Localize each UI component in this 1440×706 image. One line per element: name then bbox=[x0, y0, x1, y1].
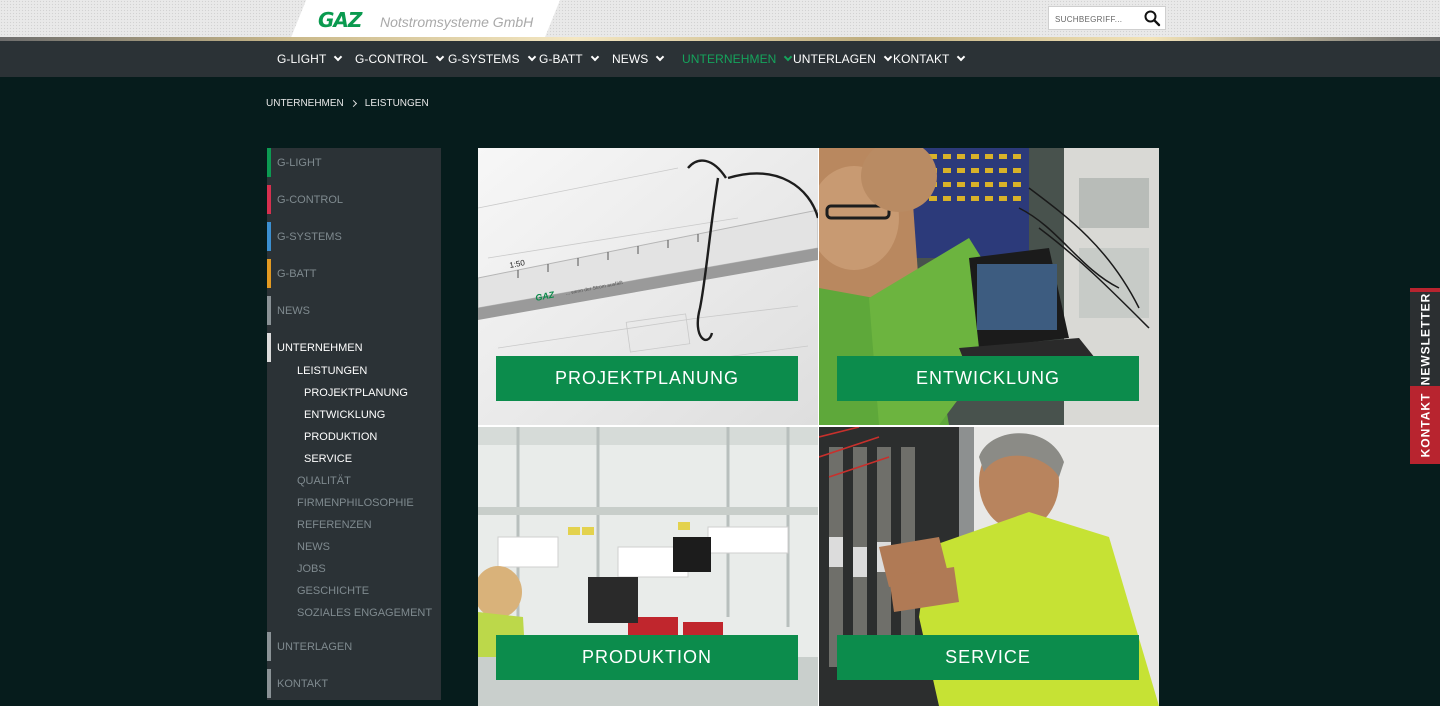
nav-g-systems[interactable]: G-SYSTEMS bbox=[448, 41, 536, 77]
tile-produktion[interactable]: PRODUKTION bbox=[478, 427, 818, 706]
sidebar-item-news[interactable]: NEWS bbox=[267, 296, 441, 325]
projektplanung-button[interactable]: PROJEKTPLANUNG bbox=[496, 356, 798, 401]
sidebar-item-g-systems[interactable]: G-SYSTEMS bbox=[267, 222, 441, 251]
chevron-right-icon bbox=[349, 99, 357, 108]
company-logo[interactable]: GAZ bbox=[318, 8, 362, 32]
tile-projektplanung[interactable]: 1:50 GAZ ... wenn der Strom ausfällt PRO… bbox=[478, 148, 818, 425]
sidebar-item-g-control[interactable]: G-CONTROL bbox=[267, 185, 441, 214]
chevron-down-icon bbox=[784, 52, 793, 62]
chevron-down-icon bbox=[527, 52, 536, 62]
chevron-down-icon bbox=[656, 52, 665, 62]
sidebar-sub-leistungen[interactable]: LEISTUNGEN bbox=[297, 365, 367, 377]
company-name: Notstromsysteme GmbH bbox=[380, 14, 534, 30]
category-color-bar bbox=[267, 148, 271, 177]
sidebar-sub-news[interactable]: NEWS bbox=[297, 541, 330, 553]
sidebar-sub-qualitaet[interactable]: QUALITÄT bbox=[297, 475, 351, 487]
breadcrumb-unternehmen[interactable]: UNTERNEHMEN bbox=[266, 98, 344, 109]
search-icon[interactable] bbox=[1143, 9, 1161, 27]
sidebar-sub-produktion[interactable]: PRODUKTION bbox=[304, 431, 377, 443]
chevron-down-icon bbox=[435, 52, 445, 62]
nav-kontakt[interactable]: KONTAKT bbox=[893, 41, 966, 77]
kontakt-tab-label: KONTAKT bbox=[1418, 392, 1432, 458]
category-color-bar bbox=[267, 296, 271, 325]
sidebar-sub-service[interactable]: SERVICE bbox=[304, 453, 352, 465]
sidebar-sub-projektplanung[interactable]: PROJEKTPLANUNG bbox=[304, 387, 408, 399]
services-grid: 1:50 GAZ ... wenn der Strom ausfällt PRO… bbox=[478, 148, 1159, 706]
category-color-bar bbox=[267, 185, 271, 214]
sidebar-item-unterlagen[interactable]: UNTERLAGEN bbox=[267, 632, 441, 661]
chevron-down-icon bbox=[590, 52, 599, 62]
nav-g-control[interactable]: G-CONTROL bbox=[355, 41, 445, 77]
service-button[interactable]: SERVICE bbox=[837, 635, 1139, 680]
main-navigation: G-LIGHT G-CONTROL G-SYSTEMS G-BATT NEWS … bbox=[0, 41, 1440, 77]
category-color-bar bbox=[267, 333, 271, 362]
nav-unterlagen[interactable]: UNTERLAGEN bbox=[793, 41, 893, 77]
category-color-bar bbox=[267, 632, 271, 661]
category-color-bar bbox=[267, 669, 271, 698]
sidebar-navigation: G-LIGHT G-CONTROL G-SYSTEMS G-BATT NEWS … bbox=[267, 148, 441, 700]
search-box bbox=[1048, 6, 1166, 30]
produktion-button[interactable]: PRODUKTION bbox=[496, 635, 798, 680]
category-color-bar bbox=[267, 259, 271, 288]
sidebar-sub-entwicklung[interactable]: ENTWICKLUNG bbox=[304, 409, 385, 421]
chevron-down-icon bbox=[957, 52, 966, 62]
nav-g-batt[interactable]: G-BATT bbox=[539, 41, 599, 77]
search-input[interactable] bbox=[1055, 12, 1137, 26]
entwicklung-button[interactable]: ENTWICKLUNG bbox=[837, 356, 1139, 401]
sidebar-item-kontakt[interactable]: KONTAKT bbox=[267, 669, 441, 698]
breadcrumb: UNTERNEHMEN LEISTUNGEN bbox=[266, 98, 429, 109]
newsletter-tab[interactable]: NEWSLETTER bbox=[1410, 288, 1440, 386]
sidebar-sub-jobs[interactable]: JOBS bbox=[297, 563, 326, 575]
kontakt-tab[interactable]: KONTAKT bbox=[1410, 386, 1440, 464]
nav-g-light[interactable]: G-LIGHT bbox=[277, 41, 343, 77]
tile-entwicklung[interactable]: ENTWICKLUNG bbox=[819, 148, 1159, 425]
sidebar-sub-firmenphilosophie[interactable]: FIRMENPHILOSOPHIE bbox=[297, 497, 414, 509]
chevron-down-icon bbox=[334, 52, 343, 62]
newsletter-tab-label: NEWSLETTER bbox=[1418, 292, 1433, 386]
category-color-bar bbox=[267, 222, 271, 251]
sidebar-item-unternehmen[interactable]: UNTERNEHMEN bbox=[267, 333, 441, 362]
breadcrumb-leistungen[interactable]: LEISTUNGEN bbox=[365, 98, 429, 109]
top-header bbox=[0, 0, 1440, 40]
sidebar-sub-referenzen[interactable]: REFERENZEN bbox=[297, 519, 372, 531]
chevron-down-icon bbox=[883, 52, 893, 62]
sidebar-item-g-batt[interactable]: G-BATT bbox=[267, 259, 441, 288]
tile-service[interactable]: SERVICE bbox=[819, 427, 1159, 706]
nav-news[interactable]: NEWS bbox=[612, 41, 665, 77]
nav-unternehmen[interactable]: UNTERNEHMEN bbox=[682, 41, 793, 77]
sidebar-sub-soziales-engagement[interactable]: SOZIALES ENGAGEMENT bbox=[297, 607, 432, 619]
sidebar-sub-geschichte[interactable]: GESCHICHTE bbox=[297, 585, 369, 597]
sidebar-item-g-light[interactable]: G-LIGHT bbox=[267, 148, 441, 177]
